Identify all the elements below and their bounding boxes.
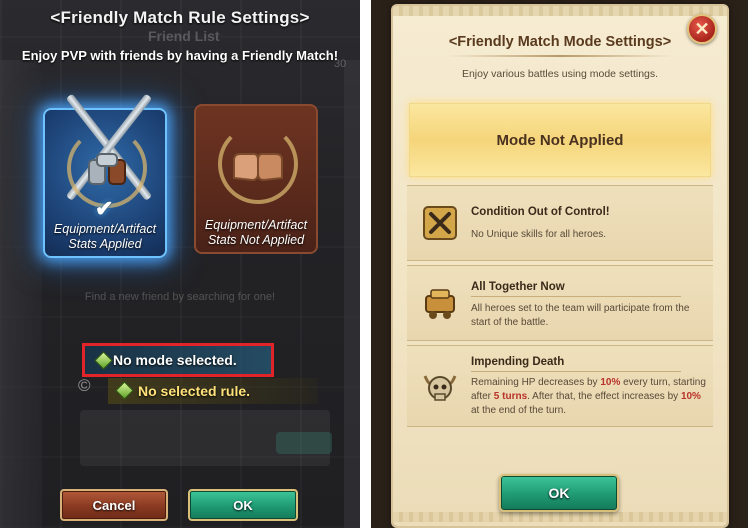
title-divider bbox=[447, 55, 673, 57]
background-copyright-icon: © bbox=[78, 376, 91, 395]
mode-option-desc: All heroes set to the team will particip… bbox=[471, 303, 690, 328]
diamond-icon bbox=[115, 381, 134, 400]
parchment-edge-top bbox=[393, 6, 727, 16]
ok-button-rules[interactable]: OK bbox=[188, 489, 298, 521]
rule-status-text: No selected rule. bbox=[138, 383, 251, 399]
background-search-hint: Find a new friend by searching for one! bbox=[84, 291, 276, 303]
crossed-swords-gauntlets-icon bbox=[88, 153, 126, 185]
mode-status-text: No mode selected. bbox=[113, 352, 237, 368]
rule-settings-subtitle: Enjoy PVP with friends by having a Frien… bbox=[21, 48, 339, 63]
mode-option-condition-out-of-control[interactable]: Condition Out of Control! No Unique skil… bbox=[407, 185, 713, 261]
mode-option-desc: No Unique skills for all heroes. bbox=[471, 229, 607, 240]
cancel-button[interactable]: Cancel bbox=[60, 489, 168, 521]
mode-status-bar[interactable]: No mode selected. bbox=[82, 343, 274, 377]
fist-bump-icon bbox=[233, 153, 283, 182]
name-divider bbox=[471, 296, 681, 297]
mode-option-impending-death[interactable]: Impending Death Remaining HP decreases b… bbox=[407, 345, 713, 427]
parchment-edge-bottom bbox=[393, 512, 727, 522]
rule-card-label: Equipment/Artifact Stats Not Applied bbox=[204, 218, 308, 247]
rule-settings-title: <Friendly Match Rule Settings> bbox=[50, 8, 310, 27]
background-friend-list-title: Friend List bbox=[148, 28, 220, 44]
mode-settings-panel: ✕ <Friendly Match Mode Settings> Enjoy v… bbox=[371, 0, 748, 528]
selected-check-icon: ✔ bbox=[95, 196, 114, 221]
rule-status-bar[interactable]: No selected rule. bbox=[108, 378, 318, 404]
rule-card-stats-applied[interactable]: ✔ Equipment/Artifact Stats Applied bbox=[43, 93, 167, 258]
crossed-swords-icon bbox=[423, 206, 457, 240]
name-divider bbox=[471, 371, 681, 372]
mode-option-name: All Together Now bbox=[471, 281, 565, 293]
ok-button-modes[interactable]: OK bbox=[499, 474, 619, 512]
rule-card-stats-not-applied[interactable]: Equipment/Artifact Stats Not Applied bbox=[194, 104, 318, 254]
mode-option-all-together-now[interactable]: All Together Now All heroes set to the t… bbox=[407, 265, 713, 341]
mode-settings-title: <Friendly Match Mode Settings> bbox=[448, 34, 672, 50]
treasure-cart-icon bbox=[425, 289, 455, 319]
rule-card-label: Equipment/Artifact Stats Applied bbox=[53, 222, 157, 251]
mode-settings-subtitle: Enjoy various battles using mode setting… bbox=[461, 68, 659, 80]
mode-not-applied-option[interactable]: Mode Not Applied bbox=[409, 103, 711, 177]
diamond-icon bbox=[94, 351, 113, 370]
mode-option-name: Condition Out of Control! bbox=[471, 206, 610, 218]
rule-settings-panel: <Friendly Match Rule Settings> Friend Li… bbox=[0, 0, 360, 528]
background-friend-button bbox=[276, 432, 332, 454]
mode-option-name: Impending Death bbox=[471, 356, 565, 368]
horned-skull-icon bbox=[423, 375, 457, 401]
mode-option-desc: Remaining HP decreases by 10% every turn… bbox=[471, 377, 706, 416]
